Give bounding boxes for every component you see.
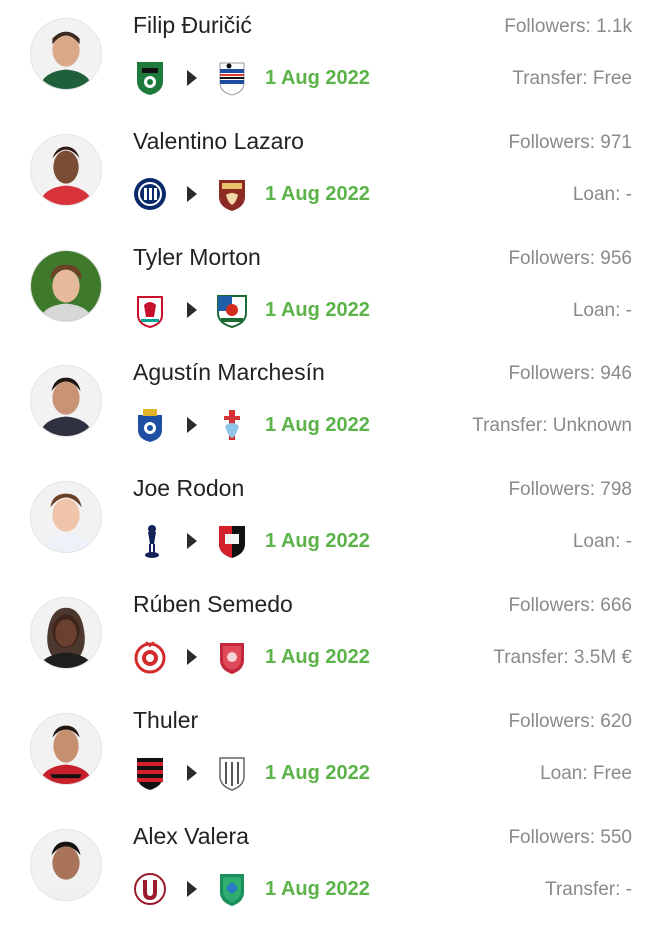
transfer-date: 1 Aug 2022	[265, 877, 370, 900]
sassuolo-crest-icon[interactable]	[132, 59, 168, 97]
flamengo-crest-icon[interactable]	[132, 754, 168, 792]
club-transfer: 1 Aug 2022	[132, 175, 382, 213]
transfer-date: 1 Aug 2022	[265, 298, 370, 321]
player-avatar[interactable]	[30, 249, 102, 322]
porto-crest-icon[interactable]	[132, 406, 168, 444]
player-name[interactable]: Valentino Lazaro	[133, 128, 304, 155]
player-avatar[interactable]	[30, 18, 102, 90]
transfer-date: 1 Aug 2022	[265, 67, 370, 89]
tottenham-crest-icon[interactable]	[132, 522, 168, 560]
arrow-right-icon	[187, 185, 197, 202]
player-avatar[interactable]	[30, 365, 102, 438]
torino-crest-icon[interactable]	[214, 175, 250, 213]
transfer-fee: Transfer: Free	[512, 68, 632, 89]
blackburn-crest-icon[interactable]	[214, 291, 250, 329]
followers-count: Followers: 666	[508, 594, 632, 616]
followers-count: Followers: 550	[508, 826, 632, 848]
player-name[interactable]: Tyler Morton	[133, 244, 261, 271]
player-name[interactable]: Alex Valera	[133, 823, 249, 850]
inter-crest-icon[interactable]	[132, 175, 168, 213]
transfer-fee: Transfer: Unknown	[472, 415, 632, 437]
transfer-fee: Loan: -	[572, 531, 632, 553]
transfer-row[interactable]: Valentino Lazaro Followers: 971 1 Aug 20…	[0, 116, 662, 232]
player-avatar[interactable]	[30, 828, 102, 901]
transfer-row[interactable]: Alex Valera Followers: 550 1 Aug 2022 Tr…	[0, 811, 662, 926]
club-transfer: 1 Aug 2022	[132, 291, 382, 329]
player-name[interactable]: Agustín Marchesín	[133, 359, 325, 386]
transfer-row[interactable]: Tyler Morton Followers: 956 1 Aug 2022 L…	[0, 232, 662, 348]
club-transfer: 1 Aug 2022	[132, 522, 382, 560]
player-avatar[interactable]	[30, 481, 102, 554]
followers-count: Followers: 620	[508, 710, 632, 732]
transfer-row[interactable]: Agustín Marchesín Followers: 946 1 Aug 2…	[0, 347, 662, 463]
club-transfer: 1 Aug 2022	[132, 406, 382, 444]
vissel-kobe-crest-icon[interactable]	[214, 754, 250, 792]
player-name[interactable]: Rúben Semedo	[133, 591, 293, 618]
arrow-right-icon	[187, 648, 197, 665]
rennes-crest-icon[interactable]	[214, 522, 250, 560]
player-name[interactable]: Joe Rodon	[133, 475, 244, 502]
club-transfer: 1 Aug 2022	[132, 870, 382, 908]
player-avatar[interactable]	[30, 133, 102, 206]
arrow-right-icon	[187, 417, 197, 434]
transfer-row[interactable]: Thuler Followers: 620 1 Aug 2022 Loan: F…	[0, 695, 662, 811]
club-transfer: 1 Aug 2022	[132, 59, 382, 97]
transfer-fee: Loan: -	[572, 183, 632, 205]
player-name[interactable]: Thuler	[133, 707, 198, 734]
followers-count: Followers: 971	[508, 131, 632, 153]
transfer-fee: Transfer: 3.5M €	[493, 646, 632, 668]
liverpool-crest-icon[interactable]	[132, 291, 168, 329]
transfer-row[interactable]: Filip Đuričić Followers: 1.1k 1 Aug 2022…	[0, 0, 662, 116]
transfer-date: 1 Aug 2022	[265, 761, 370, 784]
player-name[interactable]: Filip Đuričić	[133, 12, 252, 39]
transfer-date: 1 Aug 2022	[265, 182, 370, 205]
celta-crest-icon[interactable]	[214, 406, 250, 444]
arrow-right-icon	[187, 880, 197, 897]
followers-count: Followers: 946	[508, 363, 632, 385]
followers-count: Followers: 956	[508, 247, 632, 269]
transfer-date: 1 Aug 2022	[265, 645, 370, 668]
club-transfer: 1 Aug 2022	[132, 638, 382, 676]
arrow-right-icon	[187, 70, 197, 86]
followers-count: Followers: 798	[508, 479, 632, 501]
universitario-crest-icon[interactable]	[132, 870, 168, 908]
transfer-fee: Loan: Free	[540, 762, 632, 784]
arrow-right-icon	[187, 764, 197, 781]
transfer-fee: Loan: -	[572, 299, 632, 321]
club-transfer: 1 Aug 2022	[132, 754, 382, 792]
transfer-fee: Transfer: -	[545, 878, 632, 900]
arrow-right-icon	[187, 301, 197, 318]
transfer-row[interactable]: Rúben Semedo Followers: 666 1 Aug 2022 T…	[0, 579, 662, 695]
transfer-date: 1 Aug 2022	[265, 530, 370, 553]
transfer-date: 1 Aug 2022	[265, 414, 370, 437]
al-fateh-crest-icon[interactable]	[214, 870, 250, 908]
al-duhail-crest-icon[interactable]	[214, 638, 250, 676]
arrow-right-icon	[187, 533, 197, 550]
transfer-list: Filip Đuričić Followers: 1.1k 1 Aug 2022…	[0, 0, 662, 926]
player-avatar[interactable]	[30, 596, 102, 669]
transfer-row[interactable]: Joe Rodon Followers: 798 1 Aug 2022 Loan…	[0, 463, 662, 579]
player-avatar[interactable]	[30, 712, 102, 785]
sampdoria-crest-icon[interactable]	[214, 59, 250, 97]
followers-count: Followers: 1.1k	[504, 16, 632, 37]
olympiacos-crest-icon[interactable]	[132, 638, 168, 676]
